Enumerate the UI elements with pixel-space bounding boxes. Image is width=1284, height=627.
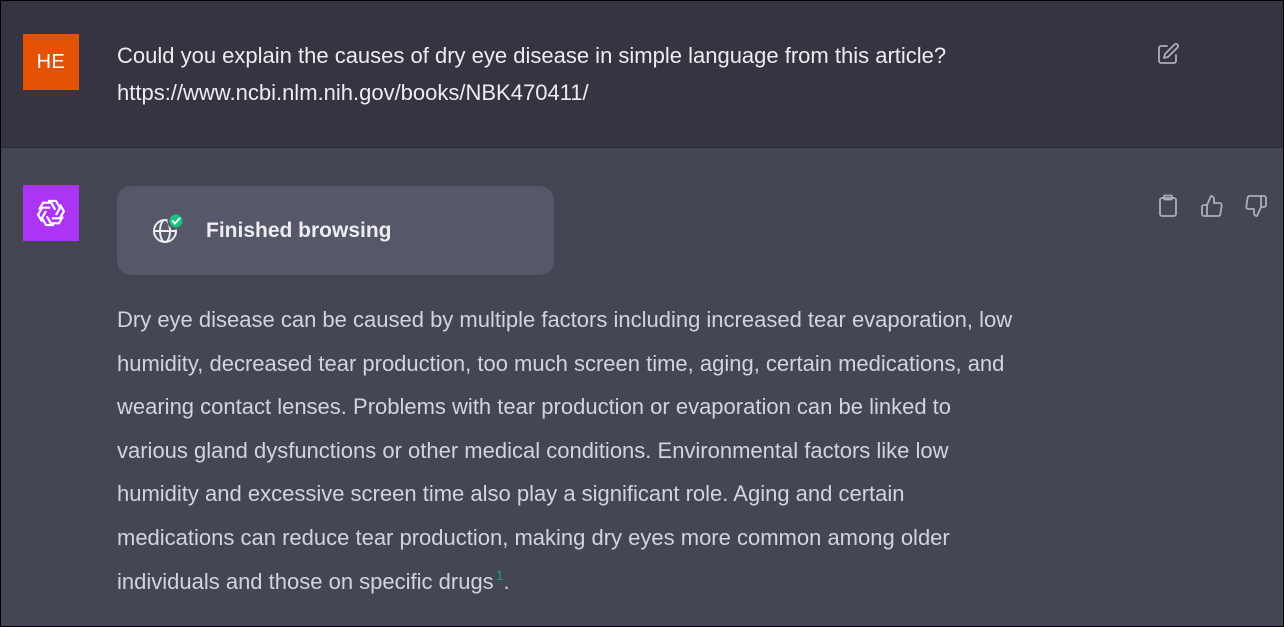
thumbs-up-button[interactable] bbox=[1198, 192, 1226, 220]
thumbs-down-button[interactable] bbox=[1242, 192, 1270, 220]
answer-line: various gland dysfunctions or other medi… bbox=[117, 437, 949, 463]
answer-line-last: individuals and those on specific drugs 1… bbox=[117, 560, 1147, 604]
assistant-avatar bbox=[23, 185, 79, 241]
user-message-text: Could you explain the causes of dry eye … bbox=[117, 37, 1117, 111]
browsing-status-label: Finished browsing bbox=[206, 219, 392, 242]
user-avatar: HE bbox=[23, 34, 79, 90]
globe-check-icon bbox=[153, 212, 185, 243]
copy-icon bbox=[1159, 194, 1177, 217]
assistant-answer-text: Dry eye disease can be caused by multipl… bbox=[117, 298, 1147, 603]
thumbs-down-icon bbox=[1245, 195, 1267, 217]
thumbs-up-icon bbox=[1201, 195, 1223, 217]
openai-logo-icon bbox=[37, 199, 65, 227]
answer-line: Dry eye disease can be caused by multipl… bbox=[117, 307, 1013, 332]
answer-final-punctuation: . bbox=[503, 568, 510, 594]
edit-icon bbox=[1158, 43, 1179, 64]
user-avatar-initials: HE bbox=[36, 50, 66, 73]
browsing-status-box[interactable]: Finished browsing bbox=[117, 186, 554, 275]
user-message-line: Could you explain the causes of dry eye … bbox=[117, 43, 947, 68]
assistant-message-row: Finished browsing Dry eye disease can be… bbox=[1, 148, 1283, 626]
edit-message-button[interactable] bbox=[1155, 41, 1181, 67]
user-message-row: HE Could you explain the causes of dry e… bbox=[1, 1, 1283, 148]
answer-line: wearing contact lenses. Problems with te… bbox=[117, 394, 952, 420]
chat-screenshot-frame: HE Could you explain the causes of dry e… bbox=[0, 0, 1284, 627]
answer-line-text: individuals and those on specific drugs bbox=[117, 568, 494, 594]
user-message-url: https://www.ncbi.nlm.nih.gov/books/NBK47… bbox=[117, 80, 589, 105]
answer-line: medications can reduce tear production, … bbox=[117, 524, 950, 550]
copy-button[interactable] bbox=[1154, 192, 1182, 220]
answer-line: humidity, decreased tear production, too… bbox=[117, 350, 1005, 376]
answer-line: humidity and excessive screen time also … bbox=[117, 481, 905, 507]
